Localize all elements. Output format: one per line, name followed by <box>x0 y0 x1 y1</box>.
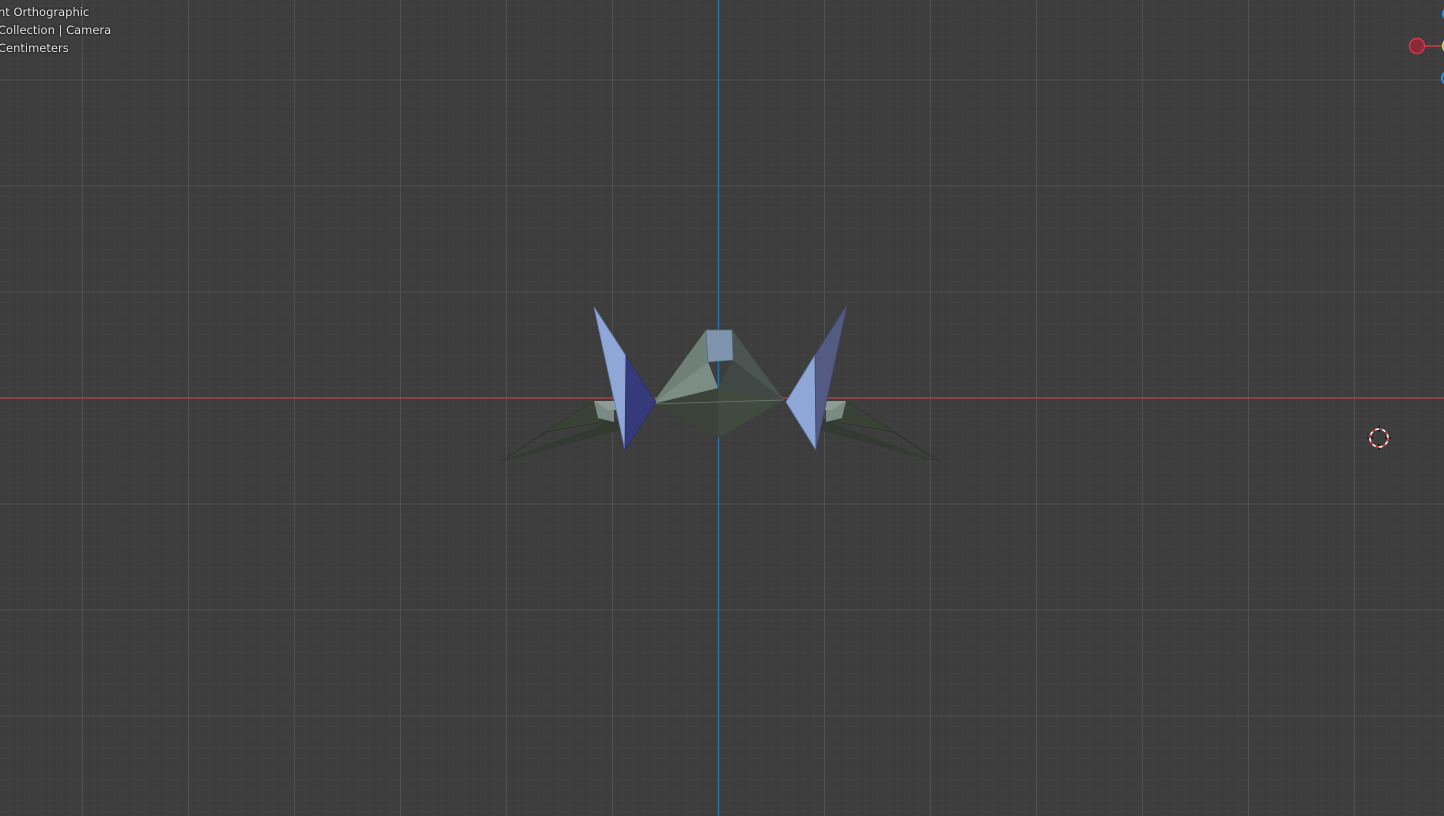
units-label: Centimeters <box>0 41 69 55</box>
left-fin-side <box>624 354 657 452</box>
viewport-canvas[interactable] <box>0 0 1444 816</box>
right-fin-front <box>785 353 817 452</box>
cockpit-block <box>705 329 734 363</box>
arwing-model[interactable] <box>499 304 942 464</box>
view-name-label: nt Orthographic <box>0 5 90 19</box>
collection-label: Collection | Camera <box>0 23 112 37</box>
3d-viewport[interactable]: nt Orthographic Collection | Camera Cent… <box>0 0 1444 816</box>
